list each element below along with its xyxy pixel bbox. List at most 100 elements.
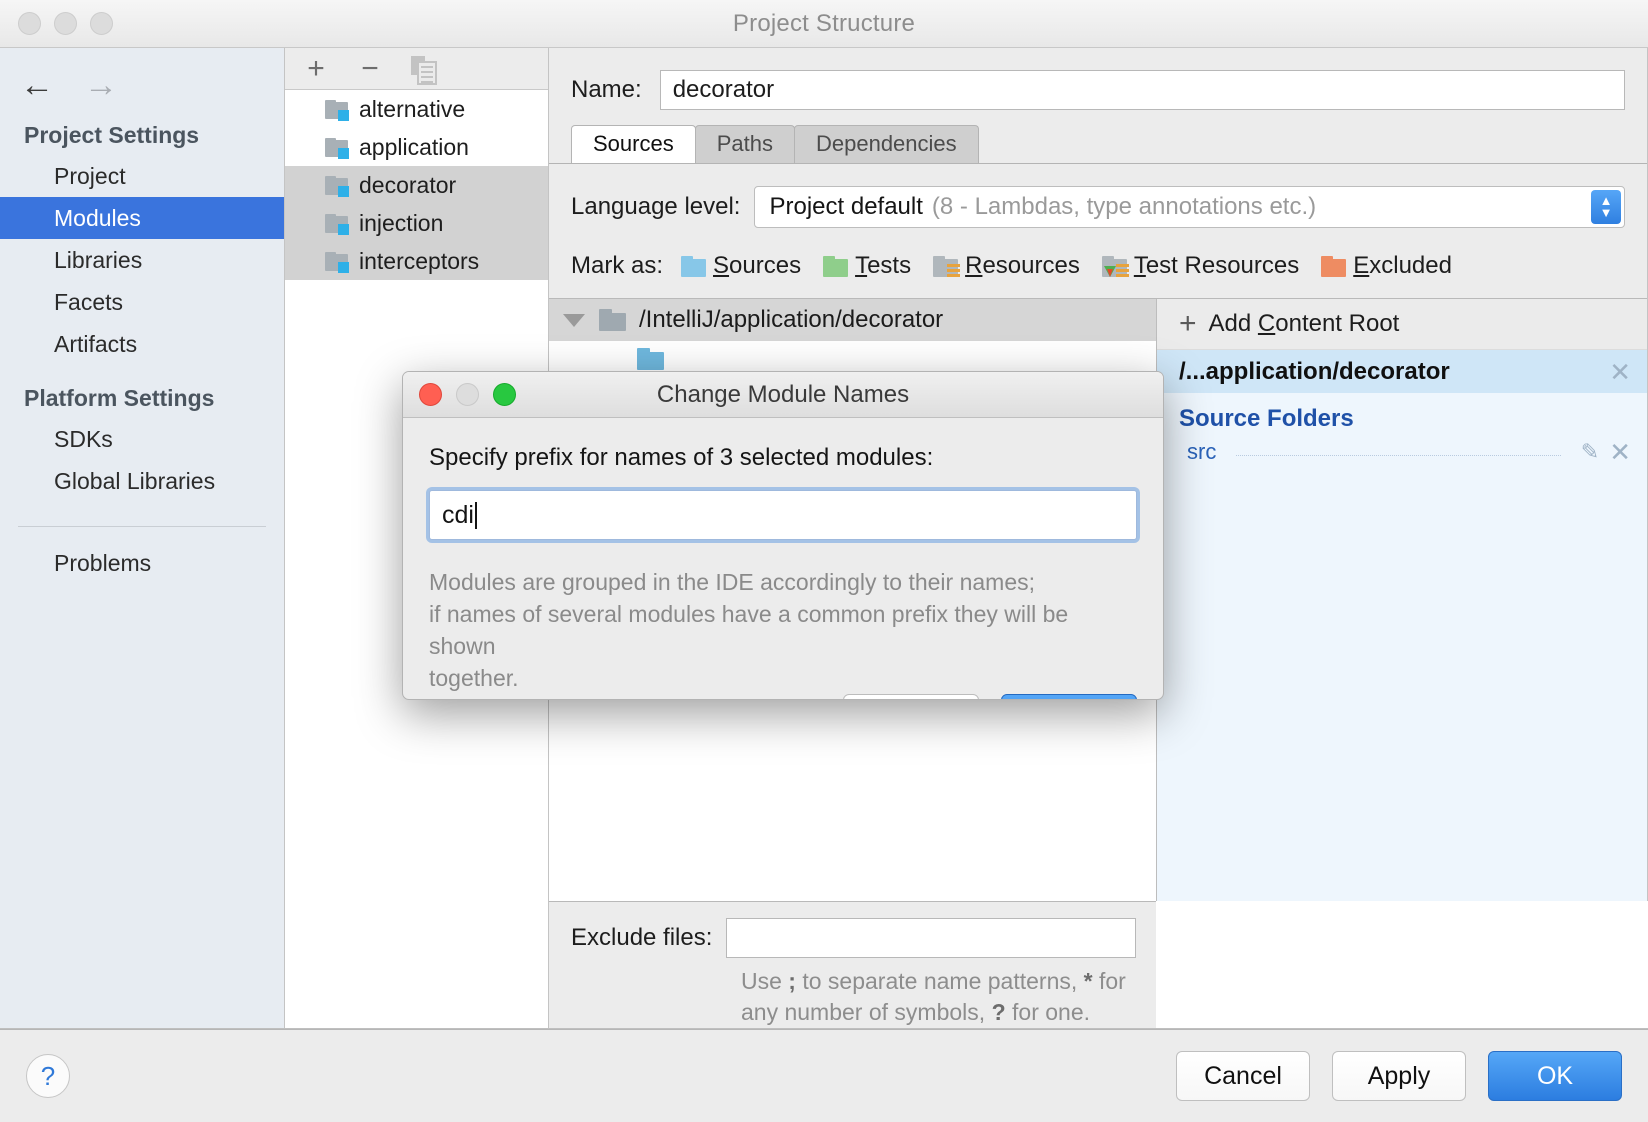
dialog-note-line-3: together. (429, 665, 519, 691)
content-root-item-label: /...application/decorator (1179, 357, 1450, 385)
navigation-arrows: ← → (0, 48, 284, 102)
change-module-names-dialog: Change Module Names Specify prefix for n… (402, 371, 1164, 700)
source-folders-block: Source Folders src ✎ ✕ (1157, 393, 1647, 901)
dialog-prompt: Specify prefix for names of 3 selected m… (429, 444, 934, 471)
module-name-input[interactable]: decorator (659, 70, 1625, 110)
language-level-select[interactable]: Project default (8 - Lambdas, type annot… (754, 186, 1625, 228)
dialog-ok-button[interactable]: OK (1001, 694, 1137, 699)
chevron-updown-icon[interactable]: ▲ ▼ (1591, 190, 1621, 224)
tab-sources[interactable]: Sources (571, 125, 696, 163)
sidebar-item-global-libraries[interactable]: Global Libraries (0, 460, 284, 502)
list-item[interactable]: interceptors (285, 242, 548, 280)
sidebar-item-project[interactable]: Project (0, 155, 284, 197)
dialog-body: Specify prefix for names of 3 selected m… (403, 418, 1163, 694)
tree-row-content-root[interactable]: /IntelliJ/application/decorator (549, 299, 1156, 341)
exclude-files-label: Exclude files: (571, 924, 713, 951)
prefix-input[interactable]: cdi (429, 490, 1137, 540)
source-folder-spacer (1236, 443, 1561, 456)
tab-dependencies[interactable]: Dependencies (793, 125, 979, 163)
source-folders-title: Source Folders (1179, 405, 1354, 432)
src-folder-icon (637, 348, 665, 370)
resources-folder-icon (933, 255, 961, 277)
content-root-folder-icon (599, 309, 627, 331)
exclude-files-row: Exclude files: (549, 918, 1156, 958)
sidebar-item-facets[interactable]: Facets (0, 281, 284, 323)
remove-module-button[interactable]: − (357, 53, 383, 84)
dialog-titlebar: Change Module Names (403, 372, 1163, 418)
settings-sidebar: ← → Project Settings Project Modules Lib… (0, 48, 285, 1028)
dialog-bottom-bar: ? Cancel Apply OK (0, 1029, 1648, 1122)
source-folder-row[interactable]: src ✎ ✕ (1157, 437, 1647, 465)
sidebar-section-platform-settings: Platform Settings (24, 385, 215, 411)
dialog-note-line-2: if names of several modules have a commo… (429, 601, 1069, 659)
tab-paths[interactable]: Paths (694, 125, 795, 163)
module-folder-icon (325, 99, 349, 121)
right-filler (1156, 901, 1648, 1028)
apply-button[interactable]: Apply (1332, 1051, 1466, 1101)
window-title: Project Structure (732, 9, 916, 37)
language-level-row: Language level: Project default (8 - Lam… (549, 164, 1647, 244)
content-root-item[interactable]: /...application/decorator ✕ (1157, 350, 1647, 393)
window-titlebar: Project Structure (0, 0, 1648, 48)
module-name-row: Name: decorator (549, 48, 1647, 128)
sidebar-item-artifacts[interactable]: Artifacts (0, 323, 284, 365)
copy-module-icon[interactable] (411, 56, 437, 85)
sidebar-item-modules[interactable]: Modules (0, 197, 284, 239)
mark-as-excluded-button[interactable]: Excluded (1321, 252, 1452, 280)
mark-as-tests-button[interactable]: Tests (823, 252, 911, 280)
list-item[interactable]: injection (285, 204, 548, 242)
dialog-cancel-button[interactable]: Cancel (843, 694, 979, 699)
tree-row-src[interactable] (549, 341, 1156, 370)
mark-as-sources-button[interactable]: SSourcesources (681, 252, 801, 280)
cancel-button[interactable]: Cancel (1176, 1051, 1310, 1101)
module-name: decorator (359, 171, 457, 198)
content-root-path: /IntelliJ/application/decorator (639, 306, 944, 333)
plus-icon: + (1179, 307, 1197, 340)
sources-folder-icon (681, 255, 707, 277)
language-level-value: Project default (769, 193, 923, 220)
mark-as-label: Mark as: (571, 252, 664, 279)
dialog-note: Modules are grouped in the IDE according… (429, 566, 1137, 694)
ok-button[interactable]: OK (1488, 1051, 1622, 1101)
sidebar-item-problems[interactable]: Problems (0, 527, 284, 584)
mark-as-row: Mark as: SSourcesources Tests Resources (549, 244, 1647, 298)
excluded-folder-icon (1321, 255, 1347, 277)
name-label: Name: (571, 76, 642, 103)
exclude-files-input[interactable] (726, 918, 1137, 958)
dialog-actions: Cancel OK (403, 694, 1163, 699)
dialog-note-line-1: Modules are grouped in the IDE according… (429, 569, 1035, 595)
chevron-down-icon[interactable] (563, 313, 585, 327)
back-arrow-icon[interactable]: ← (20, 68, 54, 102)
add-module-button[interactable]: + (303, 53, 329, 84)
list-item[interactable]: application (285, 128, 548, 166)
sidebar-section-project-settings: Project Settings (24, 122, 200, 148)
tests-folder-icon (823, 255, 849, 277)
module-name: injection (359, 209, 444, 236)
sidebar-item-sdks[interactable]: SDKs (0, 418, 284, 460)
close-icon[interactable]: ✕ (1609, 359, 1631, 385)
add-content-root-button[interactable]: + Add Content Root (1157, 299, 1647, 350)
exclude-files-hint: Use ; to separate name patterns, * for a… (741, 968, 1126, 1025)
exclude-files-section: Exclude files: Use ; to separate name pa… (549, 901, 1157, 1028)
text-caret (474, 501, 477, 529)
module-folder-icon (325, 137, 349, 159)
module-name: interceptors (359, 247, 480, 274)
list-item[interactable]: decorator (285, 166, 548, 204)
test-resources-folder-icon (1101, 255, 1129, 277)
mark-as-resources-button[interactable]: Resources (933, 252, 1080, 280)
module-folder-icon (325, 251, 349, 273)
modules-toolbar: + − (285, 48, 548, 90)
mark-as-test-resources-button[interactable]: Test Resources (1101, 252, 1299, 280)
pencil-icon[interactable]: ✎ (1581, 439, 1599, 465)
source-folder-name: src (1187, 439, 1217, 464)
close-icon[interactable]: ✕ (1609, 439, 1631, 465)
detail-tabs: Sources Paths Dependencies (549, 125, 1647, 164)
sidebar-item-libraries[interactable]: Libraries (0, 239, 284, 281)
language-level-label: Language level: (571, 193, 741, 220)
list-item[interactable]: alternative (285, 90, 548, 128)
help-button[interactable]: ? (26, 1054, 70, 1098)
module-folder-icon (325, 213, 349, 235)
copy-sheet-front (417, 61, 437, 85)
language-level-detail: (8 - Lambdas, type annotations etc.) (931, 193, 1317, 220)
forward-arrow-icon[interactable]: → (84, 68, 118, 102)
